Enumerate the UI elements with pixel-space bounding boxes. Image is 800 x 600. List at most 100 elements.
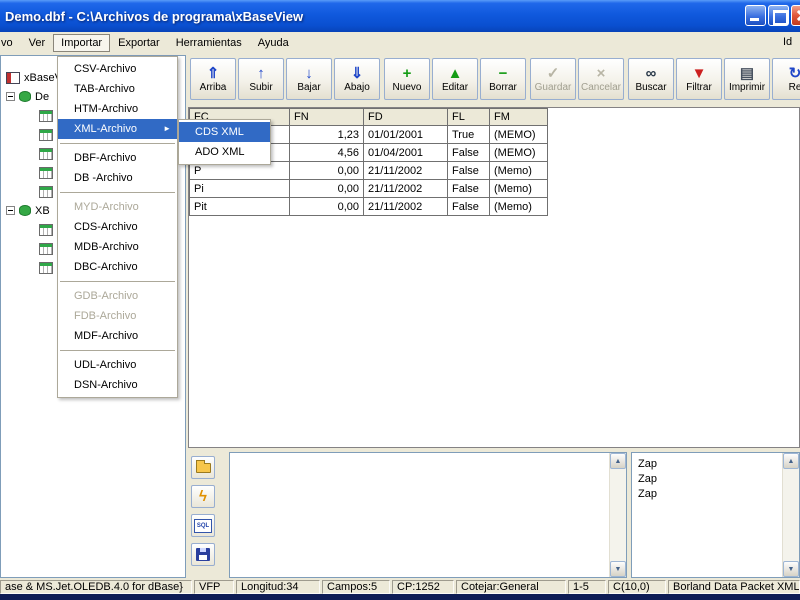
grid-cell[interactable]: 21/11/2002 bbox=[363, 179, 448, 198]
menu-item-dbf[interactable]: DBF-Archivo bbox=[58, 148, 177, 168]
last-record-icon: ⇓ bbox=[350, 64, 364, 82]
grid-cell[interactable]: 1,23 bbox=[289, 125, 364, 144]
grid-cell[interactable]: (Memo) bbox=[489, 179, 548, 198]
status-field-type: C(10,0) bbox=[608, 580, 666, 594]
sql-button[interactable]: SQL bbox=[191, 514, 215, 537]
memo-editor-panel[interactable]: ▲ ▼ bbox=[229, 452, 627, 578]
scroll-up-button[interactable]: ▲ bbox=[610, 453, 626, 469]
zap-vertical-scrollbar[interactable]: ▲ ▼ bbox=[782, 453, 799, 577]
menu-item-udl[interactable]: UDL-Archivo bbox=[58, 355, 177, 375]
nav-group: ⇑ Arriba ↑ Subir ↓ Bajar ⇓ Abajo bbox=[190, 58, 380, 100]
toolbar-button-subir[interactable]: ↑ Subir bbox=[238, 58, 284, 100]
save-file-button[interactable] bbox=[191, 543, 215, 566]
menu-herramientas[interactable]: Herramientas bbox=[168, 34, 250, 52]
grid-cell[interactable]: 4,56 bbox=[289, 143, 364, 162]
toolbar-button-arriba[interactable]: ⇑ Arriba bbox=[190, 58, 236, 100]
toolbar-button-bajar[interactable]: ↓ Bajar bbox=[286, 58, 332, 100]
open-file-button[interactable] bbox=[191, 456, 215, 479]
grid-cell[interactable]: True bbox=[447, 125, 490, 144]
toolbar-button-buscar[interactable]: ∞ Buscar bbox=[628, 58, 674, 100]
grid-cell[interactable]: 0,00 bbox=[289, 179, 364, 198]
submenu-item-ado-xml[interactable]: ADO XML bbox=[179, 142, 270, 162]
menu-ver[interactable]: Ver bbox=[21, 34, 54, 52]
menu-item-xml[interactable]: XML-Archivo ► bbox=[58, 119, 177, 139]
grid-cell[interactable]: 0,00 bbox=[289, 161, 364, 180]
grid-cell[interactable]: 01/04/2001 bbox=[363, 143, 448, 162]
grid-cell[interactable]: False bbox=[447, 179, 490, 198]
column-header-fd[interactable]: FD bbox=[363, 108, 448, 126]
menu-archivo[interactable]: vo bbox=[0, 34, 21, 52]
collapse-expander-icon[interactable] bbox=[6, 92, 15, 101]
memo-vertical-scrollbar[interactable]: ▲ ▼ bbox=[609, 453, 626, 577]
menu-item-csv[interactable]: CSV-Archivo bbox=[58, 59, 177, 79]
grid-cell[interactable]: (MEMO) bbox=[489, 125, 548, 144]
toolbar-button-label: Abajo bbox=[344, 81, 370, 93]
grid-cell[interactable]: False bbox=[447, 143, 490, 162]
edit-group: + Nuevo ▲ Editar − Borrar bbox=[384, 58, 526, 100]
book-icon bbox=[6, 71, 20, 84]
toolbar-button-refrescar[interactable]: ↻ Re bbox=[772, 58, 800, 100]
grid-cell[interactable]: (Memo) bbox=[489, 161, 548, 180]
menu-item-htm[interactable]: HTM-Archivo bbox=[58, 99, 177, 119]
sql-icon: SQL bbox=[194, 518, 212, 533]
column-header-fl[interactable]: FL bbox=[447, 108, 490, 126]
grid-cell[interactable]: Pit bbox=[189, 197, 290, 216]
grid-cell[interactable]: 0,00 bbox=[289, 197, 364, 216]
grid-cell[interactable]: Pi bbox=[189, 179, 290, 198]
column-header-fn[interactable]: FN bbox=[289, 108, 364, 126]
menu-ayuda[interactable]: Ayuda bbox=[250, 34, 297, 52]
toolbar-button-imprimir[interactable]: ▤ Imprimir bbox=[724, 58, 770, 100]
commit-group: ✓ Guardar × Cancelar bbox=[530, 58, 624, 100]
grid-cell[interactable]: False bbox=[447, 197, 490, 216]
memo-line: Zap bbox=[638, 458, 657, 470]
menu-item-tab[interactable]: TAB-Archivo bbox=[58, 79, 177, 99]
scroll-up-icon: ▲ bbox=[787, 457, 795, 465]
grid-cell[interactable]: False bbox=[447, 161, 490, 180]
scroll-up-button[interactable]: ▲ bbox=[783, 453, 799, 469]
collapse-expander-icon[interactable] bbox=[6, 206, 15, 215]
table-icon bbox=[39, 185, 53, 198]
menu-importar[interactable]: Importar bbox=[53, 34, 111, 52]
menu-exportar[interactable]: Exportar bbox=[110, 34, 168, 52]
table-icon bbox=[39, 128, 53, 141]
menu-item-label: XML-Archivo bbox=[74, 123, 137, 135]
up-icon: ↑ bbox=[257, 64, 265, 82]
status-length: Longitud:34 bbox=[236, 580, 320, 594]
toolbar-button-nuevo[interactable]: + Nuevo bbox=[384, 58, 430, 100]
title-bar[interactable]: Demo.dbf - C:\Archivos de programa\xBase… bbox=[0, 0, 800, 32]
table-icon bbox=[39, 261, 53, 274]
first-record-icon: ⇑ bbox=[206, 64, 220, 82]
menu-item-mdf[interactable]: MDF-Archivo bbox=[58, 326, 177, 346]
menu-item-dsn[interactable]: DSN-Archivo bbox=[58, 375, 177, 395]
toolbar-button-abajo[interactable]: ⇓ Abajo bbox=[334, 58, 380, 100]
grid-cell[interactable]: 01/01/2001 bbox=[363, 125, 448, 144]
memo-content-panel[interactable]: Zap Zap Zap ▲ ▼ bbox=[631, 452, 800, 578]
toolbar-button-filtrar[interactable]: ▼ Filtrar bbox=[676, 58, 722, 100]
menu-item-cds[interactable]: CDS-Archivo bbox=[58, 217, 177, 237]
grid-cell[interactable]: 21/11/2002 bbox=[363, 161, 448, 180]
search-icon: ∞ bbox=[645, 64, 657, 82]
toolbar-button-editar[interactable]: ▲ Editar bbox=[432, 58, 478, 100]
toolbar-button-label: Buscar bbox=[635, 81, 667, 93]
menu-item-dbc[interactable]: DBC-Archivo bbox=[58, 257, 177, 277]
menu-idioma[interactable]: Id bbox=[783, 36, 800, 48]
column-header-fm[interactable]: FM bbox=[489, 108, 548, 126]
delete-icon: − bbox=[498, 64, 508, 82]
grid-cell[interactable]: (MEMO) bbox=[489, 143, 548, 162]
close-button[interactable] bbox=[791, 5, 800, 26]
submenu-item-cds-xml[interactable]: CDS XML bbox=[179, 122, 270, 142]
toolbar-button-cancelar: × Cancelar bbox=[578, 58, 624, 100]
toolbar-button-borrar[interactable]: − Borrar bbox=[480, 58, 526, 100]
menu-item-db[interactable]: DB -Archivo bbox=[58, 168, 177, 188]
execute-button[interactable]: ϟ bbox=[191, 485, 215, 508]
scroll-down-button[interactable]: ▼ bbox=[783, 561, 799, 577]
menu-separator bbox=[60, 350, 175, 351]
grid-cell[interactable]: (Memo) bbox=[489, 197, 548, 216]
grid-cell[interactable]: 21/11/2002 bbox=[363, 197, 448, 216]
menu-item-myd: MYD-Archivo bbox=[74, 201, 139, 213]
menu-item-mdb[interactable]: MDB-Archivo bbox=[58, 237, 177, 257]
maximize-button[interactable] bbox=[768, 5, 789, 26]
scroll-down-button[interactable]: ▼ bbox=[610, 561, 626, 577]
toolbar-button-label: Arriba bbox=[199, 81, 227, 93]
minimize-button[interactable] bbox=[745, 5, 766, 26]
